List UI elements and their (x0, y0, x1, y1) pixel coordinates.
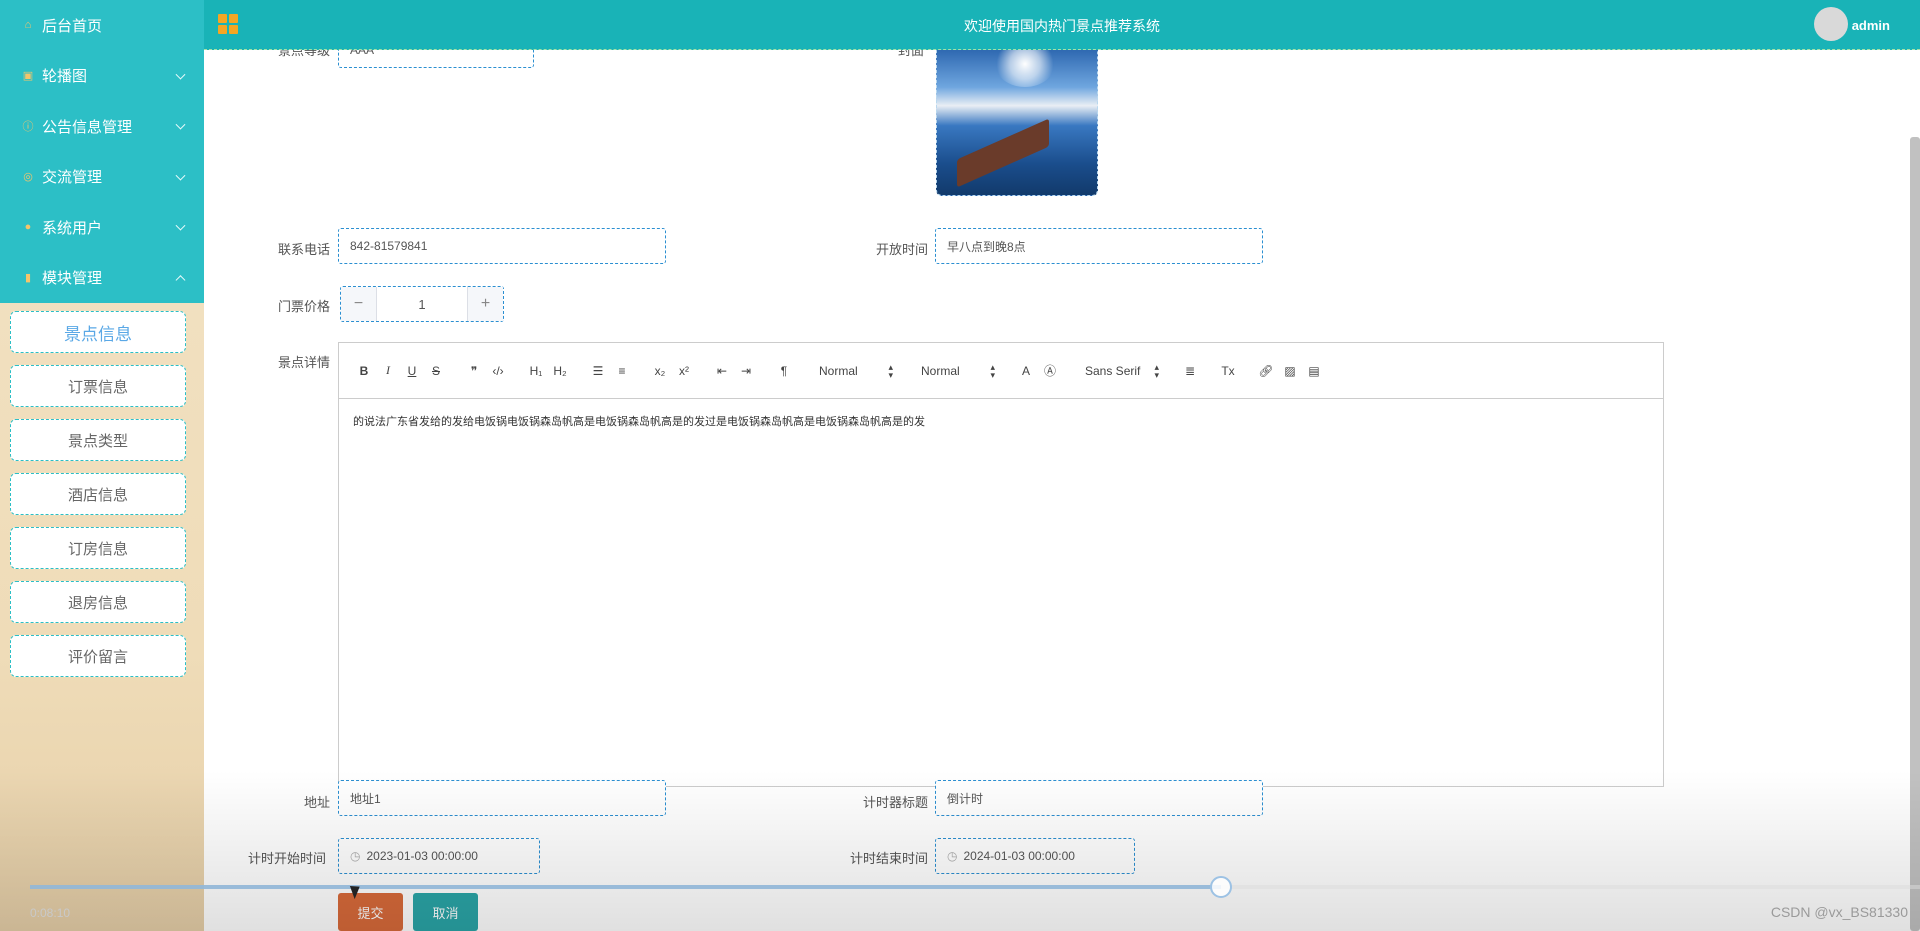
watermark: CSDN @vx_BS81330 (1770, 904, 1908, 920)
username[interactable]: admin (1852, 18, 1890, 33)
superscript-button[interactable]: x² (673, 361, 695, 381)
video-progress-fill (30, 885, 1221, 889)
increment-button[interactable]: + (467, 287, 503, 321)
clock-icon: ◷ (350, 849, 361, 863)
indent-icon[interactable]: ⇥ (735, 361, 757, 381)
decrement-button[interactable]: − (341, 287, 377, 321)
avatar[interactable] (1814, 7, 1848, 41)
sidebar-item-label: 模块管理 (42, 270, 103, 288)
timer-title-label: 计时器标题 (862, 795, 928, 810)
chevron-down-icon (175, 220, 186, 231)
sidebar-item-exchange[interactable]: ◎ 交流管理 (0, 152, 204, 203)
price-stepper: − 1 + (340, 286, 504, 322)
end-time-value: 2024-01-03 00:00:00 (963, 849, 1075, 863)
start-time-value: 2023-01-03 00:00:00 (366, 849, 478, 863)
ordered-list-icon[interactable]: ☰ (587, 361, 609, 381)
address-label: 地址 (303, 795, 330, 810)
user-icon: ● (24, 221, 32, 234)
sidebar: ⌂ 后台首页 ▣ 轮播图 ⓘ 公告信息管理 ◎ 交流管理 ● 系统用户 ▮ 模块… (0, 0, 204, 931)
editor-toolbar: B I U S ❞ ‹/› H₁ H₂ ☰ ≡ x₂ x² ⇤ ⇥ ¶ Norm… (339, 343, 1663, 399)
cancel-button[interactable]: 取消 (413, 893, 478, 931)
header-title: 欢迎使用国内热门景点推荐系统 (964, 18, 1160, 34)
bold-button[interactable]: B (353, 361, 375, 381)
sidebar-item-users[interactable]: ● 系统用户 (0, 202, 204, 253)
h1-button[interactable]: H₁ (525, 361, 547, 381)
start-time-picker[interactable]: ◷ 2023-01-03 00:00:00 (338, 838, 540, 874)
chat-icon: ◎ (23, 171, 33, 184)
sidebar-item-home[interactable]: ⌂ 后台首页 (0, 0, 204, 51)
submenu-item-checkout[interactable]: 退房信息 (10, 581, 186, 623)
top-header: 欢迎使用国内热门景点推荐系统 admin (204, 0, 1920, 50)
align-icon[interactable]: ≣ (1179, 361, 1201, 381)
open-time-label: 开放时间 (875, 242, 928, 257)
strike-button[interactable]: S (425, 361, 447, 381)
chevron-down-icon (175, 69, 186, 80)
video-progress-knob[interactable] (1210, 876, 1232, 898)
phone-label: 联系电话 (277, 242, 330, 257)
scrollbar[interactable] (1910, 137, 1920, 931)
bullet-list-icon[interactable]: ≡ (611, 361, 633, 381)
timer-title-input[interactable]: 倒计时 (935, 780, 1263, 816)
link-icon[interactable]: 🔗︎ (1255, 361, 1277, 381)
editor-content[interactable]: 的说法广东省发给的发给电饭锅电饭锅森岛帆高是电饭锅森岛帆高是的发过是电饭锅森岛帆… (339, 399, 1663, 443)
edit-form: 景点等级 AAA 封面 联系电话 842-81579841 开放时间 早八点到晚… (204, 50, 1920, 931)
level-label: 景点等级 (277, 50, 330, 58)
video-insert-icon[interactable]: ▤ (1303, 361, 1325, 381)
font-color-icon[interactable]: A (1015, 361, 1037, 381)
module-icon: ▮ (24, 272, 32, 285)
submenu-item-hotels[interactable]: 酒店信息 (10, 473, 186, 515)
cover-label: 封面 (897, 50, 924, 58)
sidebar-item-notice[interactable]: ⓘ 公告信息管理 (0, 101, 204, 152)
font-picker[interactable]: Sans Serif ▴ ▾ (1077, 361, 1167, 381)
start-time-label: 计时开始时间 (247, 851, 326, 866)
submenu-item-room-orders[interactable]: 订房信息 (10, 527, 186, 569)
rtl-icon[interactable]: ¶ (773, 361, 795, 381)
phone-input[interactable]: 842-81579841 (338, 228, 666, 264)
code-icon[interactable]: ‹/› (487, 361, 509, 381)
submenu-item-ticket-orders[interactable]: 订票信息 (10, 365, 186, 407)
open-time-input[interactable]: 早八点到晚8点 (935, 228, 1263, 264)
clock-icon: ◷ (947, 849, 958, 863)
end-time-picker[interactable]: ◷ 2024-01-03 00:00:00 (935, 838, 1135, 874)
image-icon: ▣ (22, 70, 34, 83)
h2-button[interactable]: H₂ (549, 361, 571, 381)
price-label: 门票价格 (277, 299, 330, 314)
submit-button[interactable]: 提交 (338, 893, 403, 931)
video-time: 0:08:10 (30, 906, 71, 920)
outdent-icon[interactable]: ⇤ (711, 361, 733, 381)
end-time-label: 计时结束时间 (849, 851, 928, 866)
info-icon: ⓘ (22, 121, 34, 134)
sidebar-item-label: 公告信息管理 (42, 118, 133, 136)
submenu-item-reviews[interactable]: 评价留言 (10, 635, 186, 677)
sidebar-item-carousel[interactable]: ▣ 轮播图 (0, 51, 204, 102)
background-color-icon[interactable]: Ⓐ (1039, 361, 1061, 381)
module-submenu: 景点信息 订票信息 景点类型 酒店信息 订房信息 退房信息 评价留言 (0, 303, 204, 677)
chevron-down-icon (175, 170, 186, 181)
header-picker[interactable]: Normal ▴ ▾ (811, 361, 901, 381)
sidebar-item-label: 后台首页 (42, 17, 103, 35)
submenu-item-scenic[interactable]: 景点信息 (10, 311, 186, 353)
detail-label: 景点详情 (277, 355, 330, 370)
subscript-button[interactable]: x₂ (649, 361, 671, 381)
address-input[interactable]: 地址1 (338, 780, 666, 816)
home-icon: ⌂ (24, 19, 32, 32)
image-insert-icon[interactable]: ▨ (1279, 361, 1301, 381)
rich-text-editor: B I U S ❞ ‹/› H₁ H₂ ☰ ≡ x₂ x² ⇤ ⇥ ¶ Norm… (338, 342, 1664, 787)
cover-image[interactable] (936, 50, 1098, 196)
sidebar-item-label: 交流管理 (42, 169, 103, 187)
submenu-item-scenic-types[interactable]: 景点类型 (10, 419, 186, 461)
sidebar-item-label: 轮播图 (42, 68, 88, 86)
chevron-up-icon (175, 274, 186, 285)
size-picker[interactable]: Normal ▴ ▾ (913, 361, 1003, 381)
sidebar-menu: ⌂ 后台首页 ▣ 轮播图 ⓘ 公告信息管理 ◎ 交流管理 ● 系统用户 ▮ 模块… (0, 0, 204, 303)
sidebar-item-label: 系统用户 (42, 219, 103, 237)
underline-button[interactable]: U (401, 361, 423, 381)
sidebar-item-modules[interactable]: ▮ 模块管理 (0, 253, 204, 304)
blockquote-icon[interactable]: ❞ (463, 361, 485, 381)
italic-button[interactable]: I (377, 361, 399, 381)
chevron-down-icon (175, 119, 186, 130)
clear-format-icon[interactable]: Tx (1217, 361, 1239, 381)
price-value[interactable]: 1 (377, 287, 467, 321)
level-select[interactable]: AAA (338, 50, 534, 68)
